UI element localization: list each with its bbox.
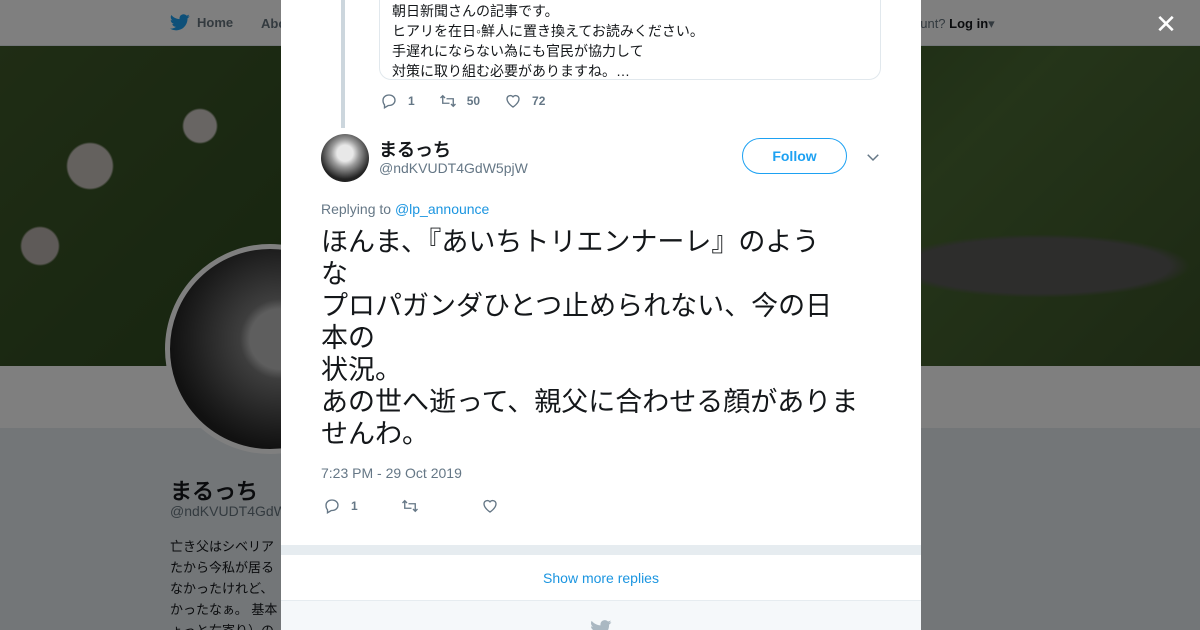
reply-count: 1 [351,499,358,513]
retweet-button[interactable]: 50 [439,92,480,110]
retweet-icon [439,94,456,108]
show-more-replies-button[interactable]: Show more replies [281,555,921,601]
retweet-icon [402,499,418,513]
like-button[interactable]: 72 [504,92,545,110]
heart-icon [483,499,497,513]
section-divider [281,545,921,555]
close-icon[interactable]: ✕ [1154,11,1178,37]
tweet-text-line: 本の [321,323,375,353]
thread-connector [341,0,345,128]
replying-to: Replying to @lp_announce [321,201,489,217]
tweet-text-line: ほんま、『あいちトリエンナーレ』のよう [321,227,820,257]
retweet-button[interactable] [401,497,481,515]
follow-button[interactable]: Follow [742,138,847,174]
quote-line: 朝日新聞さんの記事です。 [392,3,559,19]
tweet-actions: 1 [323,497,499,515]
tweet-text: ほんま、『あいちトリエンナーレ』のよう な プロパガンダひとつ止められない、今の… [321,226,891,450]
reply-button[interactable]: 1 [323,497,401,515]
heart-icon [506,94,520,108]
chevron-down-icon[interactable] [864,148,882,166]
tweet-author-avatar[interactable] [321,134,369,182]
replying-prefix: Replying to [321,201,392,217]
quote-line: 手遅れにならない為にも官民が協力して [392,43,644,59]
quoted-tweet-card[interactable]: 朝日新聞さんの記事です。 ヒアリを在日◦鮮人に置き換えてお読みください。 手遅れ… [379,0,881,80]
reply-icon [382,94,396,109]
retweet-count: 50 [466,94,481,108]
tweet-text-line: あの世へ逝って、親父に合わせる顔がありま [321,387,859,417]
tweet-text-line: 状況。 [321,355,402,385]
twitter-bird-icon [591,620,612,630]
tweet-text-line: プロパガンダひとつ止められない、今の日 [321,291,833,321]
reply-icon [325,499,339,514]
like-button[interactable] [481,497,499,515]
quote-line: ヒアリを在日◦鮮人に置き換えてお読みください。 [392,23,704,39]
parent-tweet-actions: 1 50 72 [380,92,569,110]
quote-line: 対策に取り組む必要がありますね。… [392,63,630,79]
tweet-timestamp[interactable]: 7:23 PM - 29 Oct 2019 [321,465,462,481]
tweet-text-line: な [321,259,348,289]
reply-count: 1 [408,94,415,108]
like-count: 72 [532,94,546,108]
tweet-text-line: せんわ。 [321,419,429,449]
tweet-author-name[interactable]: まるっち [379,136,451,162]
reply-button[interactable]: 1 [380,92,415,110]
tweet-author-handle[interactable]: @ndKVUDT4GdW5pjW [379,160,528,176]
replying-to-link[interactable]: @lp_announce [395,201,489,217]
